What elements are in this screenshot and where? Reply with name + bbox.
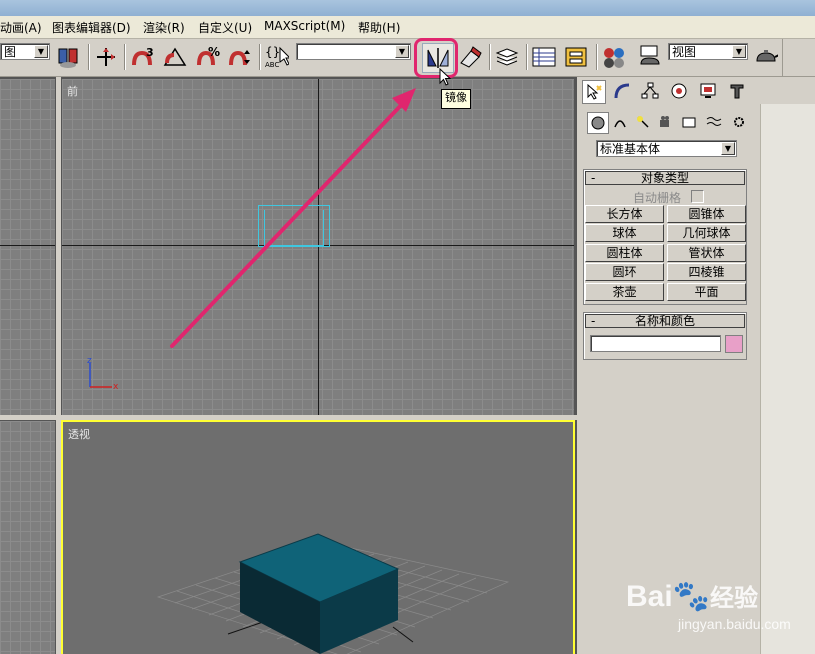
viewport-perspective[interactable]: 透视 [61, 420, 575, 654]
chevron-down-icon: ▼ [721, 142, 735, 155]
hierarchy-tab-icon[interactable] [639, 80, 661, 102]
object-type-collapse: - [591, 171, 596, 185]
axis-tripod: z x [87, 357, 119, 391]
percent-snap-icon[interactable]: % [195, 44, 221, 70]
name-color-collapse: - [591, 314, 596, 328]
cylinder-button[interactable]: 圆柱体 [585, 244, 664, 262]
lights-category-icon[interactable] [634, 113, 652, 131]
chevron-down-icon: ▼ [395, 45, 409, 58]
schematic-view-icon[interactable] [563, 44, 589, 70]
torus-button[interactable]: 圆环 [585, 263, 664, 281]
pyramid-button[interactable]: 四棱锥 [667, 263, 746, 281]
snap-3-label: 3 [146, 46, 154, 59]
watermark-brand-tail: 经验 [710, 585, 759, 612]
named-selection-dropdown[interactable]: ▼ [296, 43, 411, 60]
axis-x-label: x [113, 382, 119, 391]
mouse-cursor-icon [439, 68, 452, 86]
layer-manager-icon[interactable] [494, 44, 520, 70]
menu-help[interactable]: 帮助(H) [358, 19, 400, 36]
chevron-down-icon: ▼ [732, 45, 746, 58]
quick-render-teapot-icon[interactable] [752, 44, 778, 70]
render-scene-icon[interactable] [637, 44, 663, 70]
box-button[interactable]: 长方体 [585, 205, 664, 223]
watermark-url: jingyan.baidu.com [678, 616, 791, 632]
render-type-value: 视图 [672, 45, 697, 59]
systems-category-icon[interactable] [730, 113, 748, 131]
menu-customize[interactable]: 自定义(U) [198, 19, 252, 36]
toolbar-separator [596, 44, 598, 70]
menu-graph-editors[interactable]: 图表编辑器(D) [52, 19, 131, 36]
axis-z-label: z [87, 357, 92, 366]
align-icon[interactable] [457, 44, 483, 70]
cameras-category-icon[interactable] [657, 113, 675, 131]
tube-button[interactable]: 管状体 [667, 244, 746, 262]
percent-label: % [208, 45, 220, 59]
command-panel-scroll-region [760, 104, 815, 654]
abc-label: ABC [265, 61, 279, 69]
edit-named-selection-icon[interactable]: {} ABC [263, 44, 289, 70]
sphere-button[interactable]: 球体 [585, 224, 664, 242]
mirror-tooltip: 镜像 [441, 89, 471, 109]
braces-label: {} [265, 45, 280, 59]
helpers-category-icon[interactable] [680, 113, 698, 131]
viewport-top-left[interactable] [0, 79, 55, 415]
menu-maxscript[interactable]: MAXScript(M) [264, 19, 345, 33]
geometry-category-icon[interactable] [587, 112, 609, 134]
toolbar-end [782, 39, 815, 76]
annotation-arrow [170, 88, 416, 348]
selection-set-dropdown[interactable]: 图 ▼ [0, 43, 50, 60]
category-value: 标准基本体 [600, 142, 661, 156]
viewport-front-label[interactable]: 前 [67, 83, 78, 99]
motion-tab-icon[interactable] [668, 80, 690, 102]
material-editor-icon[interactable] [601, 44, 627, 70]
create-tab-icon[interactable] [582, 80, 606, 104]
watermark-brand: Bai🐾经验 [626, 578, 758, 614]
viewport-splitter-horizontal[interactable] [0, 415, 577, 420]
display-tab-icon[interactable] [697, 80, 719, 102]
select-move-icon[interactable] [93, 44, 119, 70]
name-color-header[interactable]: - 名称和颜色 [585, 314, 745, 328]
object-type-title: 对象类型 [640, 171, 689, 185]
toolbar-separator [526, 44, 528, 70]
curve-editor-icon[interactable] [531, 44, 557, 70]
toolbar-separator [124, 44, 126, 70]
plane-button[interactable]: 平面 [667, 283, 746, 301]
autogrid-label: 自动栅格 [633, 191, 682, 205]
menu-rendering[interactable]: 渲染(R) [143, 19, 185, 36]
geosphere-button[interactable]: 几何球体 [667, 224, 746, 242]
window-title-bar [0, 0, 815, 16]
name-color-title: 名称和颜色 [634, 314, 695, 328]
modify-tab-icon[interactable] [611, 80, 633, 102]
shapes-category-icon[interactable] [611, 113, 629, 131]
toolbar-separator [259, 44, 261, 70]
toolbar-separator [88, 44, 90, 70]
viewport-bottom-left[interactable] [0, 421, 55, 654]
autogrid-checkbox[interactable] [691, 190, 704, 203]
viewport-splitter-vertical[interactable] [56, 77, 61, 654]
select-filter-icon[interactable] [55, 44, 81, 70]
spinner-snap-icon[interactable] [227, 44, 253, 70]
render-type-dropdown[interactable]: 视图 ▼ [668, 43, 748, 60]
perspective-scene [156, 533, 510, 654]
toolbar-separator [489, 44, 491, 70]
space-warps-category-icon[interactable] [705, 113, 723, 131]
object-color-swatch[interactable] [725, 335, 743, 353]
paw-icon: 🐾 [672, 580, 711, 613]
object-type-header[interactable]: - 对象类型 [585, 171, 745, 185]
menu-animation[interactable]: 动画(A) [0, 19, 42, 36]
menu-bar: 动画(A) 图表编辑器(D) 渲染(R) 自定义(U) MAXScript(M)… [0, 16, 815, 39]
utilities-tab-icon[interactable] [726, 80, 748, 102]
selection-set-value: 图 [4, 45, 17, 59]
chevron-down-icon: ▼ [34, 45, 48, 58]
grid-axis-horizontal [0, 245, 55, 246]
angle-snap-icon[interactable] [162, 44, 188, 70]
teapot-button[interactable]: 茶壶 [585, 283, 664, 301]
watermark-brand-text: Bai [626, 580, 673, 613]
cone-button[interactable]: 圆锥体 [667, 205, 746, 223]
object-name-field[interactable] [590, 335, 721, 352]
category-dropdown[interactable]: 标准基本体 ▼ [596, 140, 737, 157]
snap-3d-icon[interactable]: 3 [130, 44, 156, 70]
